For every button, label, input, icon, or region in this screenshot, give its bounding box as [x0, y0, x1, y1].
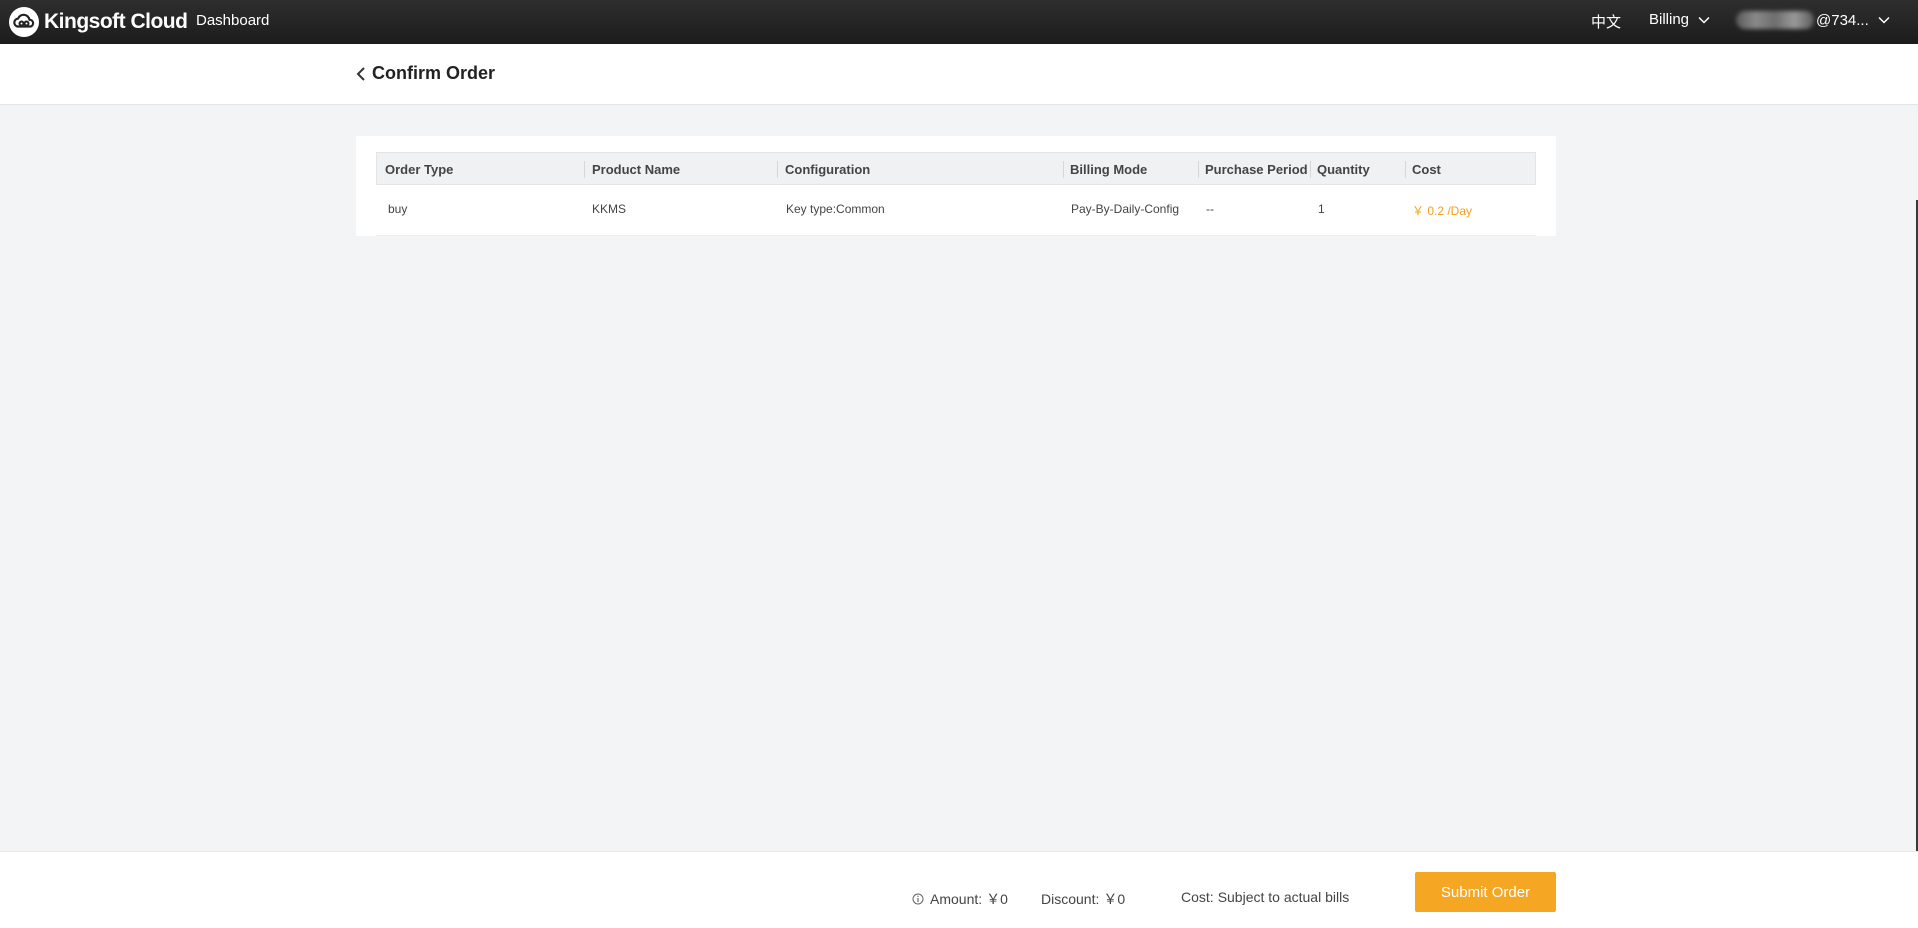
- column-separator: [1063, 161, 1064, 178]
- cost-summary: Cost: Subject to actual bills: [1181, 889, 1349, 905]
- column-separator: [584, 161, 585, 178]
- cell-quantity: 1: [1318, 202, 1325, 216]
- column-purchase-period: Purchase Period: [1205, 162, 1308, 177]
- order-card: Order Type Product Name Configuration Bi…: [356, 136, 1556, 236]
- column-billing-mode: Billing Mode: [1070, 162, 1148, 177]
- table-row: buy KKMS Key type:Common Pay-By-Daily-Co…: [376, 185, 1536, 236]
- cell-configuration: Key type:Common: [786, 202, 885, 216]
- page-title: Confirm Order: [372, 63, 496, 83]
- amount-value: ￥0: [986, 891, 1008, 907]
- order-footer: Amount: ￥0 Discount: ￥0 Cost: Subject to…: [0, 851, 1918, 928]
- billing-label: Billing: [1649, 11, 1690, 28]
- column-order-type: Order Type: [385, 162, 454, 177]
- column-separator: [1198, 161, 1199, 178]
- user-label: @734...: [1816, 11, 1869, 29]
- cell-billing-mode: Pay-By-Daily-Config: [1071, 202, 1180, 216]
- cost-value: Subject to actual bills: [1217, 889, 1350, 905]
- logo-text: Kingsoft Cloud: [44, 10, 188, 33]
- language-switch[interactable]: 中文: [1591, 11, 1621, 32]
- info-icon[interactable]: [912, 893, 924, 905]
- discount-summary: Discount: ￥0: [1041, 889, 1125, 909]
- column-separator: [1405, 161, 1406, 178]
- discount-value: ￥0: [1103, 891, 1126, 907]
- chevron-left-icon[interactable]: [354, 66, 368, 82]
- amount-label: Amount:: [930, 891, 983, 907]
- column-separator: [1310, 161, 1311, 178]
- cell-product-name: KKMS: [592, 202, 627, 216]
- discount-label: Discount:: [1041, 891, 1100, 907]
- chevron-down-icon: [1878, 16, 1890, 24]
- kingsoft-cloud-logo[interactable]: Kingsoft Cloud: [8, 5, 188, 39]
- cost-label: Cost:: [1181, 889, 1214, 905]
- chevron-down-icon: [1698, 16, 1710, 24]
- cell-cost: ￥ 0.2 /Day: [1412, 204, 1473, 218]
- order-table: Order Type Product Name Configuration Bi…: [376, 152, 1536, 236]
- blurred-username: [1736, 11, 1814, 29]
- table-header: Order Type Product Name Configuration Bi…: [376, 152, 1536, 185]
- column-configuration: Configuration: [785, 162, 871, 177]
- submit-order-button[interactable]: Submit Order: [1415, 872, 1556, 912]
- language-label: 中文: [1591, 14, 1622, 31]
- top-navigation-bar: Kingsoft Cloud Dashboard 中文 Billing @734…: [0, 0, 1918, 44]
- page-header: Confirm Order: [0, 44, 1918, 105]
- cell-order-type: buy: [388, 202, 408, 216]
- column-product-name: Product Name: [592, 162, 681, 177]
- column-cost: Cost: [1412, 162, 1441, 177]
- column-separator: [777, 161, 778, 178]
- billing-menu[interactable]: Billing: [1649, 11, 1711, 28]
- dashboard-link[interactable]: Dashboard: [196, 12, 269, 29]
- user-menu[interactable]: @734...: [1736, 11, 1891, 29]
- cell-purchase-period: --: [1206, 202, 1214, 216]
- cloud-logo-icon: [9, 7, 39, 37]
- amount-summary: Amount: ￥0: [912, 889, 1008, 909]
- column-quantity: Quantity: [1317, 162, 1370, 177]
